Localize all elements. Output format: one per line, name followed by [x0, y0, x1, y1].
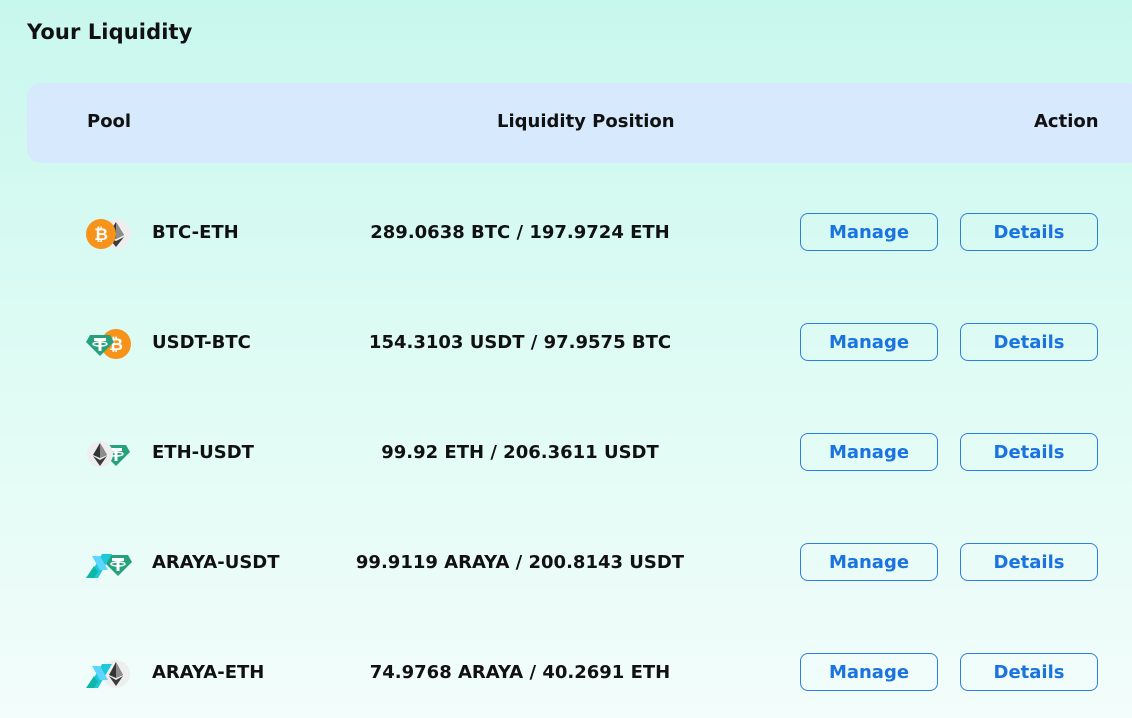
eth-usdt-pair-icon: [86, 438, 132, 470]
details-button[interactable]: Details: [960, 653, 1098, 691]
pool-pair-name: ARAYA-ETH: [152, 662, 265, 683]
usdt-btc-pair-icon: ₿: [86, 328, 132, 360]
pool-pair-name: ETH-USDT: [152, 442, 254, 463]
column-header-pool: Pool: [87, 111, 132, 132]
table-row: ETH-USDT 99.92 ETH / 206.3611 USDT Manag…: [0, 423, 1132, 483]
manage-button[interactable]: Manage: [800, 543, 938, 581]
btc-icon: ₿: [86, 219, 116, 249]
liquidity-position-value: 154.3103 USDT / 97.9575 BTC: [368, 332, 672, 353]
liquidity-position-value: 74.9768 ARAYA / 40.2691 ETH: [369, 662, 671, 683]
liquidity-position-value: 99.9119 ARAYA / 200.8143 USDT: [355, 552, 685, 573]
manage-button[interactable]: Manage: [800, 323, 938, 361]
eth-icon: [87, 441, 113, 467]
manage-button[interactable]: Manage: [800, 213, 938, 251]
details-button[interactable]: Details: [960, 433, 1098, 471]
pool-pair-name: USDT-BTC: [152, 332, 251, 353]
table-row: ARAYA-USDT 99.9119 ARAYA / 200.8143 USDT…: [0, 533, 1132, 593]
manage-button[interactable]: Manage: [800, 653, 938, 691]
pool-pair-name: ARAYA-USDT: [152, 552, 280, 573]
table-row: ARAYA-ETH 74.9768 ARAYA / 40.2691 ETH Ma…: [0, 643, 1132, 703]
table-row: ₿ BTC-ETH 289.0638 BTC / 197.9724 ETH Ma…: [0, 203, 1132, 263]
liquidity-position-value: 289.0638 BTC / 197.9724 ETH: [370, 222, 670, 243]
araya-eth-pair-icon: [86, 658, 132, 690]
details-button[interactable]: Details: [960, 213, 1098, 251]
table-row: ₿ USDT-BTC 154.3103 USDT / 97.9575 BTC M…: [0, 313, 1132, 373]
btc-eth-pair-icon: ₿: [86, 218, 132, 250]
manage-button[interactable]: Manage: [800, 433, 938, 471]
pool-pair-name: BTC-ETH: [152, 222, 239, 243]
details-button[interactable]: Details: [960, 543, 1098, 581]
details-button[interactable]: Details: [960, 323, 1098, 361]
page-title: Your Liquidity: [27, 20, 193, 44]
araya-usdt-pair-icon: [86, 548, 132, 580]
table-header: Pool Liquidity Position Action: [27, 83, 1132, 163]
svg-text:₿: ₿: [94, 225, 108, 245]
column-header-liquidity-position: Liquidity Position: [497, 111, 675, 132]
column-header-action: Action: [1034, 111, 1099, 132]
liquidity-position-value: 99.92 ETH / 206.3611 USDT: [381, 442, 659, 463]
